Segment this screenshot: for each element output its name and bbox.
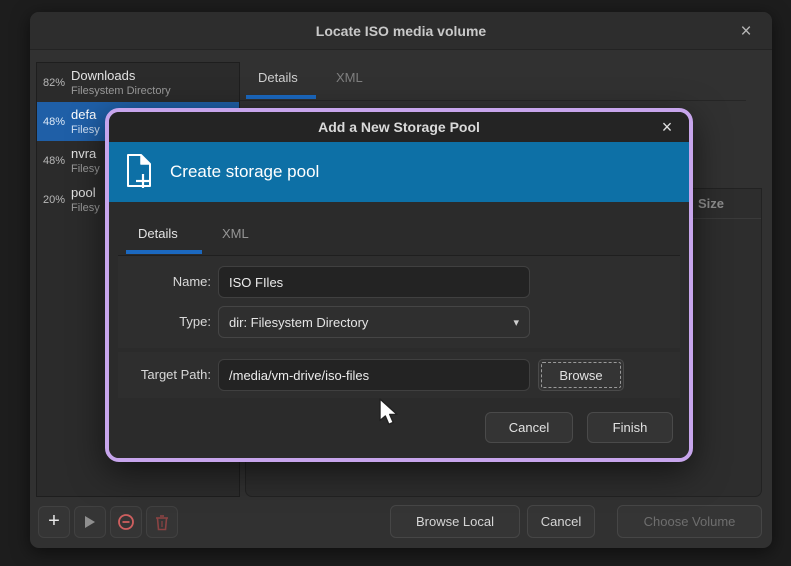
add-pool-button[interactable]: +: [38, 506, 70, 538]
browse-button[interactable]: Browse: [538, 359, 624, 391]
pool-type: Filesy: [71, 201, 100, 215]
play-icon: [84, 515, 96, 529]
create-pool-banner: Create storage pool: [109, 142, 689, 202]
pool-name: Downloads: [71, 68, 171, 84]
dialog-cancel-button[interactable]: Cancel: [485, 412, 573, 443]
pool-row-downloads[interactable]: 82% Downloads Filesystem Directory: [37, 63, 239, 102]
window-title: Locate ISO media volume: [316, 23, 486, 39]
pool-usage-percent: 20%: [41, 194, 71, 206]
type-dropdown[interactable]: dir: Filesystem Directory ▾: [218, 306, 530, 338]
target-path-input[interactable]: [218, 359, 530, 391]
type-dropdown-value: dir: Filesystem Directory: [229, 315, 368, 330]
browse-local-button[interactable]: Browse Local: [390, 505, 520, 538]
chevron-down-icon: ▾: [513, 316, 519, 329]
stop-pool-button[interactable]: [110, 506, 142, 538]
trash-icon: [154, 514, 170, 531]
dialog-tab-xml[interactable]: XML: [222, 226, 249, 241]
window-titlebar[interactable]: Locate ISO media volume ×: [30, 12, 772, 50]
start-pool-button[interactable]: [74, 506, 106, 538]
plus-icon: +: [48, 511, 60, 531]
pool-type: Filesy: [71, 162, 100, 176]
add-storage-pool-dialog: Add a New Storage Pool × Create storage …: [105, 108, 693, 462]
choose-volume-button[interactable]: Choose Volume: [617, 505, 762, 538]
dialog-title: Add a New Storage Pool: [318, 119, 480, 135]
target-path-label: Target Path:: [123, 367, 211, 382]
tab-details[interactable]: Details: [258, 70, 298, 85]
name-input[interactable]: [218, 266, 530, 298]
cancel-button[interactable]: Cancel: [527, 505, 595, 538]
tab-separator: [240, 100, 746, 101]
pool-usage-percent: 48%: [41, 116, 71, 128]
new-document-plus-icon: [124, 153, 154, 191]
dialog-finish-button[interactable]: Finish: [587, 412, 673, 443]
pool-name: defa: [71, 107, 100, 123]
type-label: Type:: [123, 314, 211, 329]
pool-type: Filesystem Directory: [71, 84, 171, 98]
size-column-header[interactable]: Size: [698, 189, 724, 219]
window-close-icon[interactable]: ×: [734, 19, 758, 43]
pool-usage-percent: 48%: [41, 155, 71, 167]
tab-xml[interactable]: XML: [336, 70, 363, 85]
desktop: Locate ISO media volume × 82% Downloads …: [0, 0, 791, 566]
delete-pool-button[interactable]: [146, 506, 178, 538]
pool-name: nvra: [71, 146, 100, 162]
dialog-titlebar[interactable]: Add a New Storage Pool ×: [109, 112, 689, 142]
name-label: Name:: [123, 274, 211, 289]
dialog-active-tab-underline: [126, 250, 202, 254]
pool-type: Filesy: [71, 123, 100, 137]
banner-title: Create storage pool: [170, 162, 319, 182]
active-tab-underline: [246, 95, 316, 99]
stop-circle-icon: [117, 513, 135, 531]
pool-usage-percent: 82%: [41, 77, 71, 89]
pool-name: pool: [71, 185, 100, 201]
dialog-tab-details[interactable]: Details: [138, 226, 178, 241]
dialog-close-icon[interactable]: ×: [655, 115, 679, 139]
